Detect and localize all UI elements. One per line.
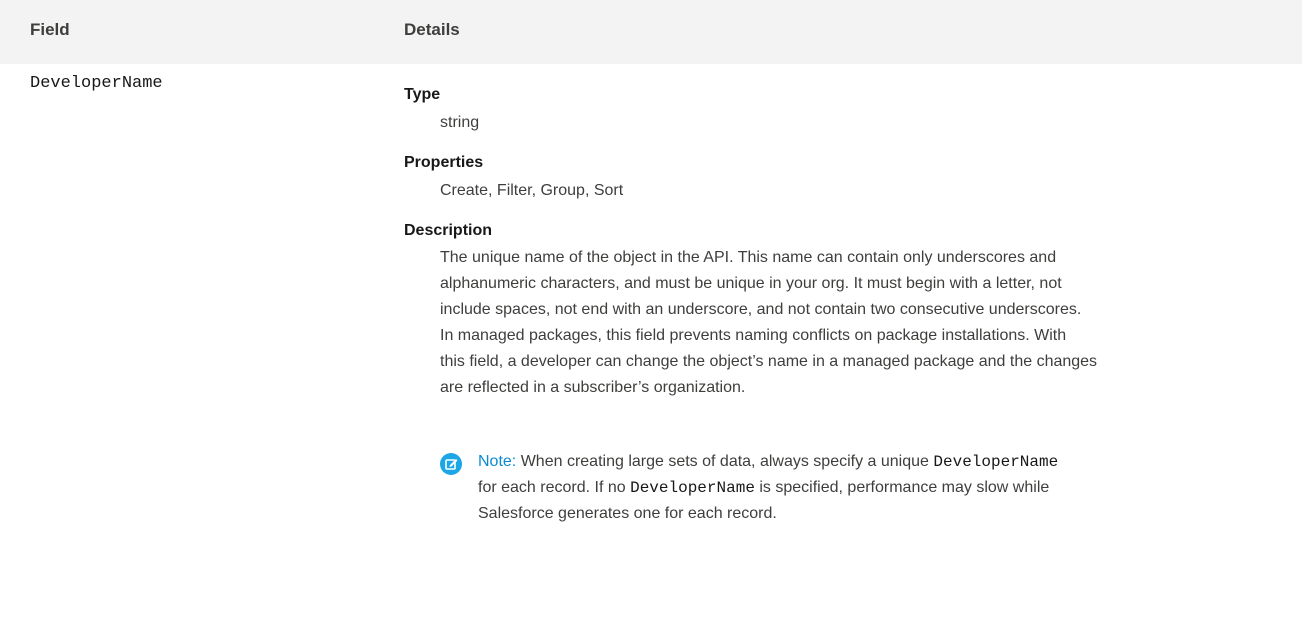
note-text: is specified, performance may slow while	[759, 479, 1050, 496]
column-header-field: Field	[30, 20, 70, 39]
description-line: are reflected in a subscriber’s organiza…	[440, 379, 746, 396]
note-code: DeveloperName	[630, 479, 755, 497]
type-value: string	[440, 114, 480, 131]
description-line: The unique name of the object in the API…	[440, 249, 1057, 266]
description-label: Description	[404, 222, 493, 239]
properties-label: Properties	[404, 154, 484, 171]
field-name: DeveloperName	[30, 74, 163, 93]
table-header-row: Field Details	[0, 0, 1302, 64]
note-line-1: Note: When creating large sets of data, …	[478, 453, 1058, 471]
description-line: this field, a developer can change the o…	[440, 353, 1098, 370]
note-code: DeveloperName	[933, 453, 1059, 471]
description-line: alphanumeric characters, and must be uni…	[440, 275, 1062, 292]
note-line-3: Salesforce generates one for each record…	[478, 505, 777, 522]
column-header-details: Details	[404, 20, 460, 39]
note-label: Note:	[478, 453, 517, 470]
edit-note-icon	[440, 453, 462, 475]
description-line: In managed packages, this field prevents…	[440, 327, 1067, 344]
note-text: for each record. If no	[478, 479, 626, 496]
note-line-2: for each record. If no DeveloperName is …	[478, 479, 1049, 497]
type-label: Type	[404, 86, 441, 103]
note-text: When creating large sets of data, always…	[520, 453, 929, 470]
description-line: include spaces, not end with an undersco…	[440, 301, 1082, 318]
properties-value: Create, Filter, Group, Sort	[440, 182, 624, 199]
